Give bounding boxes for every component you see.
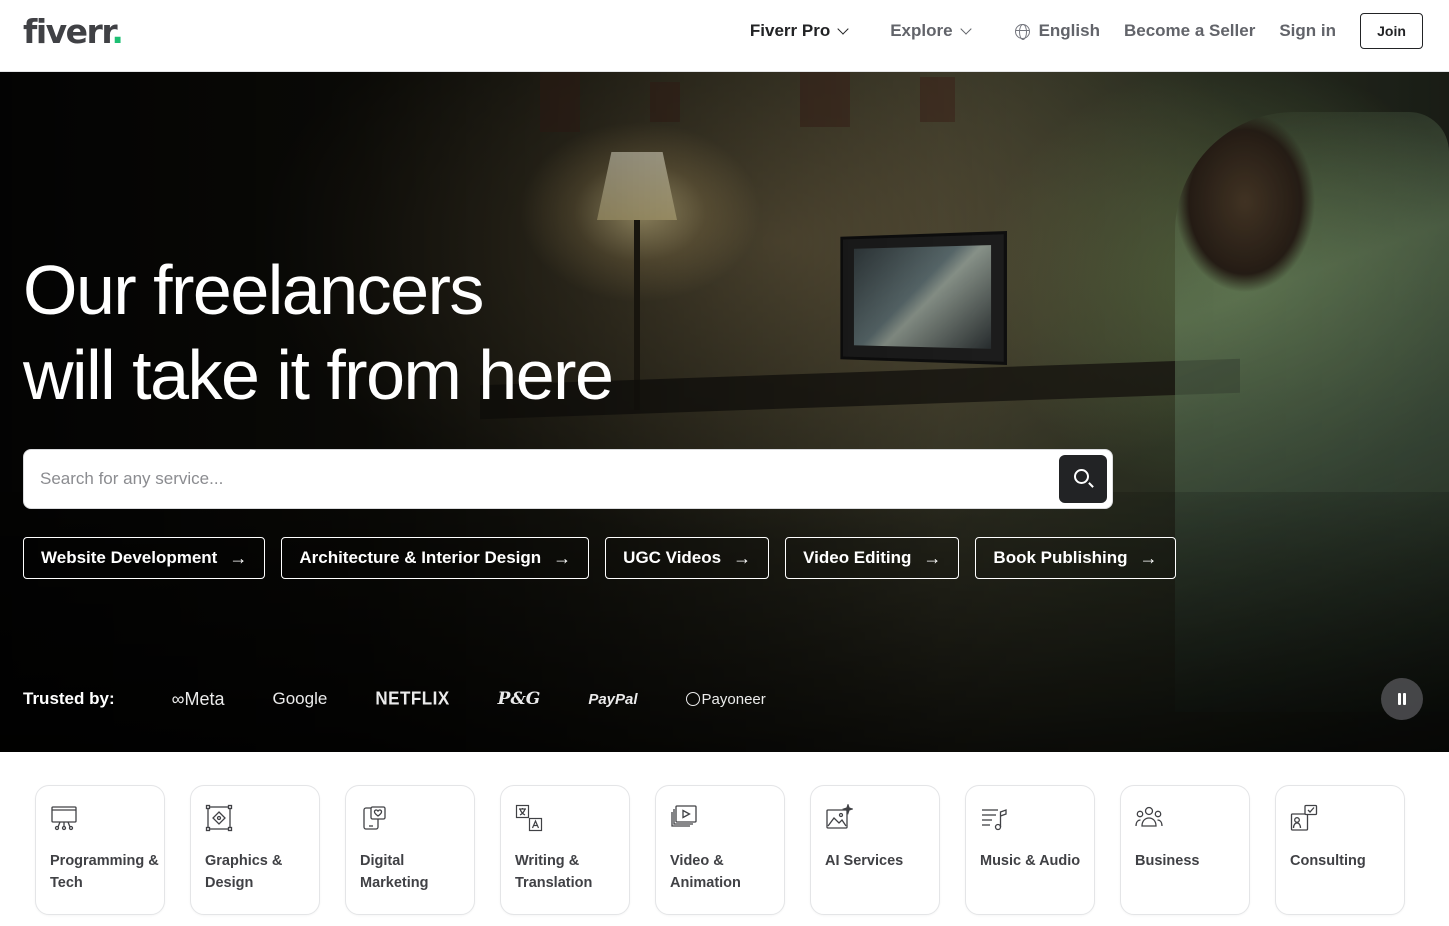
category-label: Consulting	[1290, 853, 1366, 869]
category-label: Graphics & Design	[205, 853, 283, 891]
pause-video-button[interactable]	[1381, 678, 1423, 720]
category-cards: Programming & Tech Graphics & Design Dig…	[35, 785, 1405, 915]
category-card-music-audio[interactable]: Music & Audio	[965, 785, 1095, 915]
category-card-business[interactable]: Business	[1120, 785, 1250, 915]
category-label: Video & Animation	[670, 853, 741, 891]
category-card-video-animation[interactable]: Video & Animation	[655, 785, 785, 915]
arrow-right-icon: →	[229, 547, 248, 568]
consulting-icon	[1290, 804, 1318, 831]
ai-image-icon	[826, 804, 853, 829]
category-card-writing-translation[interactable]: Writing & Translation	[500, 785, 630, 915]
netflix-logo: NETFLIX	[375, 688, 450, 709]
arrow-right-icon: →	[553, 547, 572, 568]
hero-section: Our freelancers will take it from here W…	[0, 72, 1449, 752]
search-button[interactable]	[1059, 455, 1107, 503]
quick-link-book-publishing[interactable]: Book Publishing →	[975, 537, 1176, 579]
trusted-by-strip: Trusted by: ∞Meta Google NETFLIX P&G Pay…	[23, 684, 814, 714]
marketing-icon	[363, 806, 386, 830]
nav-become-seller[interactable]: Become a Seller	[1124, 21, 1255, 41]
category-card-digital-marketing[interactable]: Digital Marketing	[345, 785, 475, 915]
top-nav: Fiverr Pro Explore English Become a Sell…	[750, 13, 1423, 49]
search-input[interactable]	[40, 450, 1050, 508]
search-bar	[23, 449, 1113, 509]
music-icon	[982, 809, 1007, 831]
category-card-ai-services[interactable]: AI Services	[810, 785, 940, 915]
chevron-down-icon	[837, 22, 849, 35]
site-header: fiverr. Fiverr Pro Explore English Becom…	[0, 0, 1449, 72]
category-card-graphics-design[interactable]: Graphics & Design	[190, 785, 320, 915]
category-label: Digital Marketing	[360, 853, 429, 891]
nav-fiverr-pro-label: Fiverr Pro	[749, 21, 831, 40]
fiverr-logo[interactable]: fiverr.	[23, 12, 124, 51]
nav-fiverr-pro[interactable]: Fiverr Pro	[749, 21, 849, 41]
popular-services: Website Development → Architecture & Inte…	[23, 537, 1176, 579]
pause-icon	[1398, 693, 1401, 705]
nav-sign-in[interactable]: Sign in	[1279, 21, 1336, 41]
paypal-logo: PayPal	[588, 690, 638, 708]
category-card-consulting[interactable]: Consulting	[1275, 785, 1405, 915]
join-button[interactable]: Join	[1360, 13, 1423, 49]
chevron-down-icon	[959, 22, 972, 35]
quick-link-architecture-interior-design[interactable]: Architecture & Interior Design →	[281, 537, 590, 579]
nav-explore[interactable]: Explore	[890, 21, 972, 41]
graphics-icon	[205, 804, 233, 832]
nav-explore-label: Explore	[890, 21, 953, 40]
meta-logo: ∞Meta	[171, 688, 225, 709]
pg-logo: P&G	[497, 689, 541, 709]
hero-title-line-1: Our freelancers	[23, 251, 484, 329]
people-icon	[1135, 806, 1163, 827]
programming-icon	[51, 806, 77, 831]
translation-icon	[515, 804, 543, 832]
category-card-programming-tech[interactable]: Programming & Tech	[35, 785, 165, 915]
category-label: Music & Audio	[980, 853, 1081, 869]
trusted-by-label: Trusted by:	[23, 689, 115, 708]
category-label: Writing & Translation	[515, 853, 593, 891]
quick-link-video-editing[interactable]: Video Editing →	[785, 537, 960, 579]
search-icon	[1074, 469, 1089, 484]
globe-icon	[1014, 23, 1030, 40]
hero-title-line-2: will take it from here	[23, 336, 614, 414]
arrow-right-icon: →	[1139, 547, 1158, 568]
payoneer-logo: Payoneer	[685, 691, 766, 708]
arrow-right-icon: →	[923, 547, 942, 568]
quick-link-website-development[interactable]: Website Development →	[23, 537, 266, 579]
quick-link-ugc-videos[interactable]: UGC Videos →	[605, 537, 770, 579]
video-icon	[671, 805, 697, 827]
hero-title: Our freelancers will take it from here	[23, 248, 614, 418]
nav-language-label: English	[1038, 21, 1100, 40]
category-label: Business	[1135, 853, 1200, 869]
google-logo: Google	[272, 689, 328, 708]
nav-language[interactable]: English	[1014, 21, 1100, 41]
arrow-right-icon: →	[733, 547, 752, 568]
category-label: Programming & Tech	[50, 853, 159, 891]
category-label: AI Services	[825, 853, 904, 869]
